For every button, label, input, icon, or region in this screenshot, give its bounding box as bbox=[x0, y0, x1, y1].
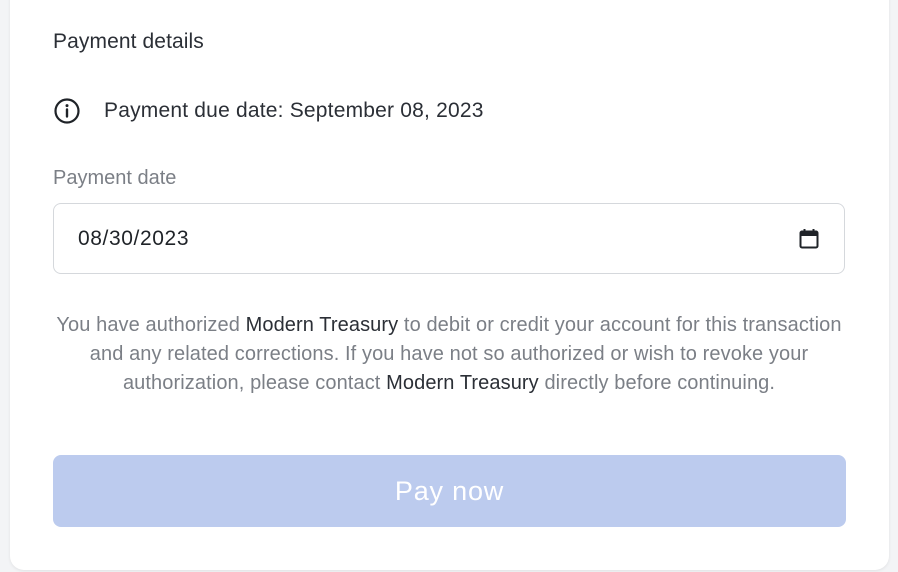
info-icon bbox=[53, 97, 81, 125]
due-date-row: Payment due date: September 08, 2023 bbox=[53, 96, 484, 126]
payment-date-label: Payment date bbox=[53, 167, 177, 189]
payment-date-value[interactable]: 08/30/2023 bbox=[78, 227, 798, 251]
section-title: Payment details bbox=[53, 30, 204, 53]
due-date-text: Payment due date: September 08, 2023 bbox=[104, 99, 484, 122]
company-name: Modern Treasury bbox=[386, 372, 539, 394]
authorization-text-part1: You have authorized bbox=[56, 314, 246, 336]
authorization-text: You have authorized Modern Treasury to d… bbox=[53, 311, 845, 398]
calendar-icon[interactable] bbox=[798, 228, 820, 250]
authorization-text-part3: directly before continuing. bbox=[538, 372, 776, 394]
pay-now-button[interactable]: Pay now bbox=[53, 455, 846, 527]
payment-date-input[interactable]: 08/30/2023 bbox=[53, 203, 845, 274]
company-name: Modern Treasury bbox=[245, 314, 399, 336]
